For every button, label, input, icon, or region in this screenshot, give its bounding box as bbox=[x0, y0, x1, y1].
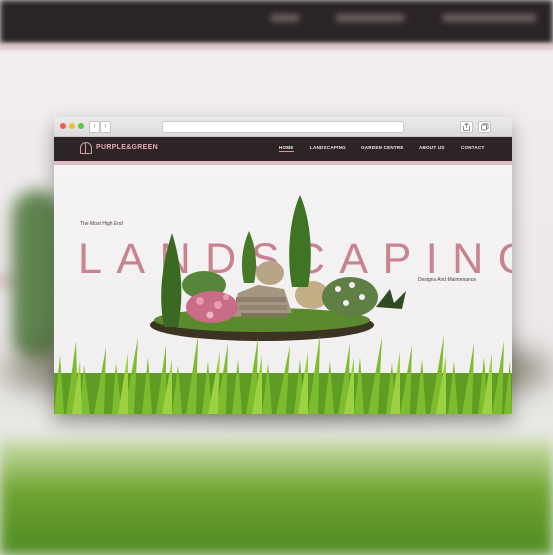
background-nav bbox=[0, 0, 553, 44]
tabs-icon[interactable] bbox=[478, 121, 491, 133]
flower bbox=[349, 282, 355, 288]
flower bbox=[223, 294, 229, 300]
background-blurred-grass bbox=[0, 440, 553, 555]
cypress-tree bbox=[241, 231, 257, 283]
flower bbox=[206, 311, 214, 319]
nav-garden-centre[interactable]: GARDEN CENTRE bbox=[361, 145, 404, 150]
hero-subline: Designs And Maintenance bbox=[418, 277, 477, 283]
cypress-tree bbox=[289, 195, 311, 287]
nav-landscaping[interactable]: LANDSCAPING bbox=[310, 145, 346, 150]
stone-step bbox=[241, 313, 287, 317]
flower bbox=[343, 300, 349, 306]
nav-contact[interactable]: CONTACT bbox=[461, 145, 485, 150]
minimize-window-button[interactable] bbox=[69, 123, 75, 129]
cypress-tree bbox=[161, 233, 182, 327]
garden-illustration bbox=[54, 195, 512, 414]
flower bbox=[359, 294, 365, 300]
pink-flowering-shrub bbox=[186, 291, 238, 323]
logo-text[interactable]: PURPLE&GREEN bbox=[96, 144, 158, 151]
browser-window: ‹ › PURPLE&GREEN HOME LANDSCAPING GARDEN… bbox=[54, 117, 512, 414]
share-icon[interactable] bbox=[460, 121, 473, 133]
stone-step bbox=[239, 305, 287, 310]
fern bbox=[376, 289, 406, 309]
flower bbox=[335, 286, 341, 292]
stone-step bbox=[236, 297, 286, 302]
site-navbar: PURPLE&GREEN HOME LANDSCAPING GARDEN CEN… bbox=[54, 137, 512, 161]
nav-about-us[interactable]: ABOUT US bbox=[419, 145, 445, 150]
address-bar[interactable] bbox=[162, 121, 404, 133]
background-accent-line bbox=[0, 44, 553, 50]
close-window-button[interactable] bbox=[60, 123, 66, 129]
hero-section: The Most High End LANDSCAPING bbox=[54, 165, 512, 414]
logo-icon[interactable] bbox=[80, 142, 92, 154]
back-button[interactable]: ‹ bbox=[89, 121, 100, 133]
flower bbox=[196, 297, 204, 305]
nav-home[interactable]: HOME bbox=[279, 145, 294, 152]
boulder bbox=[256, 261, 284, 285]
maximize-window-button[interactable] bbox=[78, 123, 84, 129]
browser-toolbar: ‹ › bbox=[54, 117, 512, 137]
forward-button[interactable]: › bbox=[100, 121, 111, 133]
flower bbox=[214, 301, 222, 309]
